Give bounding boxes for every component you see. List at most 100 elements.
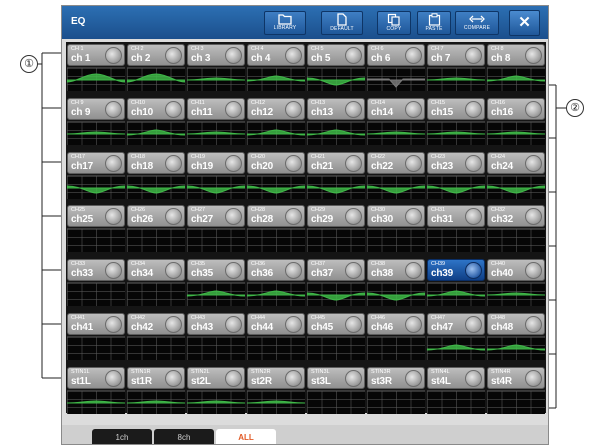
channel-select-button[interactable]: CH44 ch44 [247,313,305,335]
tab-1ch[interactable]: 1ch [92,429,152,444]
eq-graph[interactable] [427,282,485,307]
channel-select-button[interactable]: CH16 ch16 [487,97,545,120]
channel-select-button[interactable]: CH 9 ch 9 [67,97,125,120]
eq-graph[interactable] [247,336,305,360]
eq-graph[interactable] [67,120,125,145]
channel-select-button[interactable]: CH32 ch32 [487,205,545,228]
eq-graph[interactable] [127,389,185,414]
channel-select-button[interactable]: STIN1R st1R [127,366,185,389]
eq-graph[interactable] [187,282,245,307]
channel-select-button[interactable]: STIN3R st3R [367,366,425,389]
eq-graph[interactable] [127,174,185,199]
eq-graph[interactable] [307,67,365,91]
channel-select-button[interactable]: CH 5 ch 5 [307,44,365,66]
channel-select-button[interactable]: CH17 ch17 [67,151,125,174]
eq-graph[interactable] [367,336,425,360]
channel-select-button[interactable]: CH42 ch42 [127,313,185,335]
compare-button[interactable]: COMPARE [455,11,499,35]
eq-graph[interactable] [247,282,305,307]
channel-select-button[interactable]: CH43 ch43 [187,313,245,335]
channel-select-button[interactable]: CH13 ch13 [307,97,365,120]
channel-select-button[interactable]: CH41 ch41 [67,313,125,335]
channel-select-button[interactable]: CH23 ch23 [427,151,485,174]
channel-select-button[interactable]: CH29 ch29 [307,205,365,228]
eq-graph[interactable] [67,282,125,307]
eq-graph[interactable] [127,336,185,360]
eq-graph[interactable] [67,174,125,199]
eq-graph[interactable] [127,120,185,145]
eq-graph[interactable] [487,336,545,360]
channel-select-button[interactable]: CH28 ch28 [247,205,305,228]
tab-8ch[interactable]: 8ch [154,429,214,444]
eq-graph[interactable] [367,67,425,91]
eq-graph[interactable] [487,282,545,307]
eq-graph[interactable] [247,174,305,199]
eq-graph[interactable] [427,389,485,414]
eq-graph[interactable] [427,336,485,360]
channel-select-button[interactable]: CH40 ch40 [487,259,545,282]
eq-graph[interactable] [307,228,365,253]
channel-select-button[interactable]: STIN4R st4R [487,366,545,389]
eq-graph[interactable] [367,228,425,253]
eq-graph[interactable] [307,389,365,414]
channel-select-button[interactable]: CH48 ch48 [487,313,545,335]
channel-select-button[interactable]: CH12 ch12 [247,97,305,120]
eq-graph[interactable] [127,228,185,253]
copy-button[interactable]: COPY [377,11,411,35]
channel-select-button[interactable]: STIN2R st2R [247,366,305,389]
channel-select-button[interactable]: CH19 ch19 [187,151,245,174]
channel-select-button[interactable]: CH35 ch35 [187,259,245,282]
eq-graph[interactable] [67,67,125,91]
channel-select-button[interactable]: CH45 ch45 [307,313,365,335]
channel-select-button[interactable]: CH15 ch15 [427,97,485,120]
eq-graph[interactable] [487,67,545,91]
channel-select-button[interactable]: CH 8 ch 8 [487,44,545,66]
channel-select-button[interactable]: CH21 ch21 [307,151,365,174]
eq-graph[interactable] [427,67,485,91]
eq-graph[interactable] [67,228,125,253]
eq-graph[interactable] [187,174,245,199]
eq-graph[interactable] [487,174,545,199]
eq-graph[interactable] [67,389,125,414]
eq-graph[interactable] [307,282,365,307]
eq-graph[interactable] [367,282,425,307]
channel-select-button[interactable]: CH 6 ch 6 [367,44,425,66]
channel-select-button[interactable]: STIN1L st1L [67,366,125,389]
eq-graph[interactable] [127,282,185,307]
channel-select-button[interactable]: CH33 ch33 [67,259,125,282]
eq-graph[interactable] [487,389,545,414]
eq-graph[interactable] [427,228,485,253]
eq-graph[interactable] [247,67,305,91]
paste-button[interactable]: PASTE [417,11,451,35]
channel-select-button[interactable]: CH25 ch25 [67,205,125,228]
channel-select-button[interactable]: CH20 ch20 [247,151,305,174]
channel-select-button[interactable]: CH18 ch18 [127,151,185,174]
eq-graph[interactable] [427,120,485,145]
eq-graph[interactable] [247,120,305,145]
eq-graph[interactable] [247,389,305,414]
channel-select-button[interactable]: STIN2L st2L [187,366,245,389]
eq-graph[interactable] [67,336,125,360]
channel-select-button[interactable]: CH14 ch14 [367,97,425,120]
channel-select-button[interactable]: STIN4L st4L [427,366,485,389]
channel-select-button[interactable]: CH37 ch37 [307,259,365,282]
channel-select-button[interactable]: CH 3 ch 3 [187,44,245,66]
channel-select-button[interactable]: CH 1 ch 1 [67,44,125,66]
eq-graph[interactable] [247,228,305,253]
eq-graph[interactable] [367,120,425,145]
eq-graph[interactable] [487,228,545,253]
channel-select-button[interactable]: CH36 ch36 [247,259,305,282]
eq-graph[interactable] [187,67,245,91]
channel-select-button[interactable]: CH34 ch34 [127,259,185,282]
eq-graph[interactable] [307,174,365,199]
eq-graph[interactable] [187,336,245,360]
channel-select-button[interactable]: CH24 ch24 [487,151,545,174]
tab-all[interactable]: ALL [216,429,276,444]
channel-select-button[interactable]: CH38 ch38 [367,259,425,282]
eq-graph[interactable] [307,120,365,145]
eq-graph[interactable] [367,174,425,199]
eq-graph[interactable] [487,120,545,145]
channel-select-button[interactable]: CH46 ch46 [367,313,425,335]
channel-select-button[interactable]: CH30 ch30 [367,205,425,228]
channel-select-button[interactable]: CH11 ch11 [187,97,245,120]
